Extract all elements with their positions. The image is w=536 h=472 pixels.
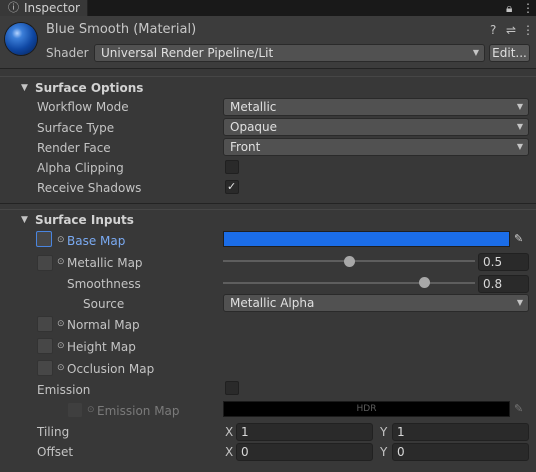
tab-label: Inspector [24,1,80,15]
object-picker-icon[interactable]: ⊙ [57,317,65,331]
receive-shadows-checkbox[interactable]: ✓ [225,180,239,194]
lock-icon[interactable]: 🔒︎ [506,0,512,16]
section-title: Surface Options [35,81,144,95]
metallic-value-field[interactable]: 0.5 [478,253,529,271]
shader-label: Shader [46,46,89,60]
chevron-down-icon: ▼ [516,122,523,131]
offset-y-label[interactable]: Y [380,444,387,460]
base-map-texture-slot[interactable] [36,231,52,247]
tiling-y-field[interactable]: 1 [392,423,529,441]
dropdown-value: Front [230,140,261,154]
base-map-label: Base Map [67,234,126,248]
source-dropdown[interactable]: Metallic Alpha ▼ [223,294,529,312]
eyedropper-icon[interactable]: ✎ [514,232,523,246]
metallic-slider-thumb[interactable] [343,256,355,267]
smoothness-slider-thumb[interactable] [419,277,431,288]
base-map-color-field[interactable] [223,231,510,247]
chevron-down-icon: ▼ [516,142,523,151]
shader-value: Universal Render Pipeline/Lit [101,46,274,60]
info-icon: ⓘ [8,1,19,14]
receive-shadows-label: Receive Shadows [37,181,142,195]
object-picker-icon[interactable]: ⊙ [57,255,65,269]
offset-label: Offset [37,445,74,459]
occlusion-map-texture-slot[interactable] [37,360,53,376]
chevron-down-icon: ▼ [472,48,479,57]
kebab-menu-icon[interactable]: ⋮ [522,0,534,16]
alpha-clipping-label: Alpha Clipping [37,161,124,175]
preset-settings-icon[interactable]: ⇌ [506,21,516,39]
smoothness-slider-track[interactable] [223,282,475,284]
foldout-expanded-icon: ▼ [21,83,28,93]
emission-checkbox[interactable] [225,381,239,395]
surface-options-foldout[interactable]: ▼ Surface Options [0,79,536,97]
tiling-x-label[interactable]: X [225,424,233,440]
render-face-label: Render Face [37,141,111,155]
normal-map-label: Normal Map [67,318,140,332]
tiling-x-field[interactable]: 1 [236,423,373,441]
emission-map-texture-slot [67,402,83,418]
divider [0,68,536,69]
object-picker-icon[interactable]: ⊙ [57,233,65,247]
chevron-down-icon: ▼ [516,102,523,111]
emission-map-label: Emission Map [97,404,180,418]
tab-bar: ⓘ Inspector 🔒︎ ⋮ [0,0,536,16]
tiling-y-label[interactable]: Y [380,424,387,440]
divider [0,209,536,210]
workflow-mode-dropdown[interactable]: Metallic ▼ [223,98,529,116]
offset-y-field[interactable]: 0 [392,443,529,461]
metallic-map-texture-slot[interactable] [37,255,53,271]
metallic-map-label: Metallic Map [67,256,143,270]
smoothness-label: Smoothness [67,277,141,291]
section-title: Surface Inputs [35,213,134,227]
shader-dropdown[interactable]: Universal Render Pipeline/Lit ▼ [94,44,485,62]
emission-label: Emission [37,383,91,397]
checkmark-icon: ✓ [227,180,237,193]
surface-type-dropdown[interactable]: Opaque ▼ [223,118,529,136]
tab-inspector[interactable]: ⓘ Inspector [0,0,88,16]
alpha-clipping-checkbox[interactable] [225,160,239,174]
dropdown-value: Metallic Alpha [230,296,315,310]
object-picker-icon[interactable]: ⊙ [57,361,65,375]
dropdown-value: Metallic [230,100,277,114]
eyedropper-icon: ✎ [514,402,524,415]
material-preview-sphere [5,23,37,55]
offset-x-field[interactable]: 0 [236,443,373,461]
surface-type-label: Surface Type [37,121,115,135]
object-picker-icon[interactable]: ⊙ [57,339,65,353]
height-map-texture-slot[interactable] [37,338,53,354]
help-icon[interactable]: ? [490,21,496,39]
hdr-label: HDR [356,404,377,414]
workflow-mode-label: Workflow Mode [37,100,129,114]
foldout-expanded-icon: ▼ [21,215,28,225]
dropdown-value: Opaque [230,120,278,134]
chevron-down-icon: ▼ [516,298,523,307]
divider [0,203,536,204]
edit-shader-button[interactable]: Edit... [489,44,530,62]
material-title: Blue Smooth (Material) [46,22,197,37]
surface-inputs-foldout[interactable]: ▼ Surface Inputs [0,211,536,229]
offset-x-label[interactable]: X [225,444,233,460]
kebab-menu-icon[interactable]: ⋮ [522,21,534,39]
tiling-label: Tiling [37,425,70,439]
render-face-dropdown[interactable]: Front ▼ [223,138,529,156]
source-label: Source [83,297,125,311]
occlusion-map-label: Occlusion Map [67,362,155,376]
divider [0,76,536,77]
emission-color-field: HDR [223,401,510,417]
object-picker-icon: ⊙ [87,405,95,415]
normal-map-texture-slot[interactable] [37,316,53,332]
smoothness-value-field[interactable]: 0.8 [478,275,529,293]
height-map-label: Height Map [67,340,136,354]
